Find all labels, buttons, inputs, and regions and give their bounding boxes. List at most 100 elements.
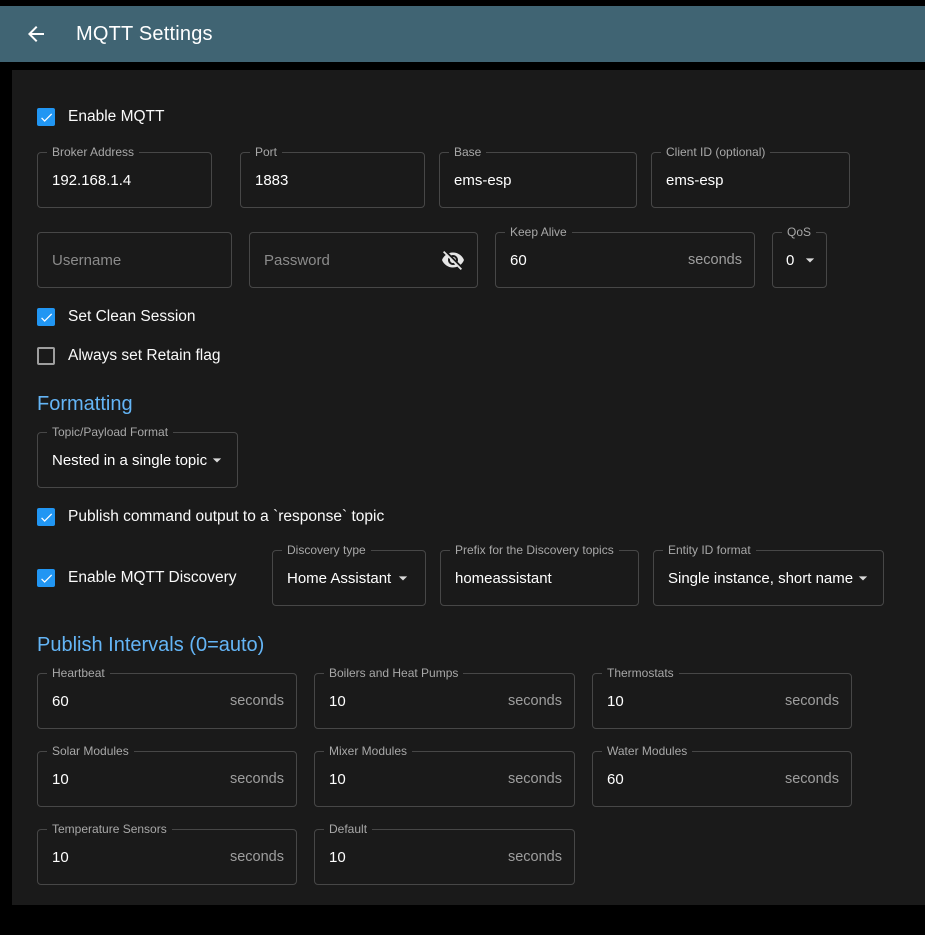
checkmark-icon (39, 510, 54, 525)
field-suffix: seconds (777, 693, 839, 709)
base-input[interactable] (454, 172, 624, 189)
interval-field-temperature-sensors: Temperature Sensors seconds (37, 829, 297, 885)
checkmark-icon (39, 571, 54, 586)
clean-session-checkbox[interactable] (37, 308, 55, 326)
qos-select[interactable]: QoS 0 (772, 232, 827, 288)
discovery-type-value: Home Assistant (287, 570, 391, 587)
discovery-checkbox[interactable] (37, 569, 55, 587)
field-label: Boilers and Heat Pumps (324, 667, 463, 680)
topic-format-select[interactable]: Topic/Payload Format Nested in a single … (37, 432, 238, 488)
field-suffix: seconds (500, 849, 562, 865)
field-label: Thermostats (602, 667, 679, 680)
username-field (37, 232, 232, 288)
interval-solar-input[interactable] (52, 771, 222, 788)
interval-field-boilers: Boilers and Heat Pumps seconds (314, 673, 575, 729)
discovery-label: Enable MQTT Discovery (68, 569, 237, 587)
retain-flag-label: Always set Retain flag (68, 347, 221, 365)
publish-response-label: Publish command output to a `response` t… (68, 508, 384, 526)
discovery-type-select[interactable]: Discovery type Home Assistant (272, 550, 426, 606)
username-input[interactable] (52, 252, 219, 269)
interval-thermostats-input[interactable] (607, 693, 777, 710)
discovery-row: Enable MQTT Discovery Discovery type Hom… (37, 550, 900, 606)
interval-field-mixer: Mixer Modules seconds (314, 751, 575, 807)
interval-default-input[interactable] (329, 849, 500, 866)
retain-flag-checkbox-row[interactable]: Always set Retain flag (37, 347, 221, 365)
publish-intervals-grid: Heartbeat seconds Boilers and Heat Pumps… (37, 673, 900, 885)
field-label: Water Modules (602, 745, 692, 758)
interval-temperature-input[interactable] (52, 849, 222, 866)
interval-heartbeat-input[interactable] (52, 693, 222, 710)
field-label: Mixer Modules (324, 745, 412, 758)
arrow-back-icon (24, 22, 48, 46)
password-input[interactable] (264, 252, 441, 269)
client-id-input[interactable] (666, 172, 837, 189)
field-label: Temperature Sensors (47, 823, 172, 836)
port-field: Port (240, 152, 425, 208)
enable-mqtt-label: Enable MQTT (68, 108, 164, 126)
checkmark-icon (39, 110, 54, 125)
discovery-prefix-field: Prefix for the Discovery topics (440, 550, 639, 606)
interval-field-thermostats: Thermostats seconds (592, 673, 852, 729)
field-label: Default (324, 823, 372, 836)
interval-mixer-input[interactable] (329, 771, 500, 788)
broker-row: Broker Address Port Base Client ID (opti… (37, 152, 900, 208)
publish-response-checkbox-row[interactable]: Publish command output to a `response` t… (37, 508, 384, 526)
qos-value: 0 (786, 252, 794, 269)
dropdown-arrow-icon (393, 568, 413, 588)
enable-mqtt-checkbox[interactable] (37, 108, 55, 126)
topic-format-value: Nested in a single topic (52, 452, 207, 469)
base-field: Base (439, 152, 637, 208)
keep-alive-input[interactable] (510, 252, 680, 269)
retain-flag-checkbox[interactable] (37, 347, 55, 365)
field-suffix: seconds (222, 693, 284, 709)
field-suffix: seconds (500, 771, 562, 787)
publish-response-checkbox[interactable] (37, 508, 55, 526)
field-suffix: seconds (500, 693, 562, 709)
broker-address-label: Broker Address (47, 146, 139, 159)
credentials-row: Keep Alive seconds QoS 0 (37, 232, 900, 288)
broker-address-input[interactable] (52, 172, 199, 189)
keep-alive-field: Keep Alive seconds (495, 232, 755, 288)
page-title: MQTT Settings (76, 23, 213, 46)
qos-label: QoS (782, 226, 816, 239)
back-button[interactable] (16, 14, 56, 54)
password-field (249, 232, 478, 288)
port-input[interactable] (255, 172, 412, 189)
content-panel: Enable MQTT Broker Address Port Base Cli… (12, 70, 925, 905)
discovery-checkbox-row[interactable]: Enable MQTT Discovery (37, 569, 258, 587)
clean-session-label: Set Clean Session (68, 308, 196, 326)
field-suffix: seconds (222, 771, 284, 787)
dropdown-arrow-icon (207, 450, 227, 470)
broker-address-field: Broker Address (37, 152, 212, 208)
password-visibility-toggle[interactable] (441, 248, 465, 272)
interval-boilers-input[interactable] (329, 693, 500, 710)
port-label: Port (250, 146, 282, 159)
field-label: Solar Modules (47, 745, 134, 758)
entity-id-format-label: Entity ID format (663, 544, 756, 557)
enable-mqtt-checkbox-row[interactable]: Enable MQTT (37, 108, 164, 126)
field-suffix: seconds (777, 771, 839, 787)
interval-field-heartbeat: Heartbeat seconds (37, 673, 297, 729)
interval-field-default: Default seconds (314, 829, 575, 885)
client-id-field: Client ID (optional) (651, 152, 850, 208)
entity-id-format-value: Single instance, short name (668, 570, 853, 587)
discovery-type-label: Discovery type (282, 544, 371, 557)
entity-id-format-select[interactable]: Entity ID format Single instance, short … (653, 550, 884, 606)
client-id-label: Client ID (optional) (661, 146, 770, 159)
interval-field-water: Water Modules seconds (592, 751, 852, 807)
app-bar: MQTT Settings (0, 6, 925, 62)
clean-session-checkbox-row[interactable]: Set Clean Session (37, 308, 196, 326)
interval-water-input[interactable] (607, 771, 777, 788)
formatting-heading: Formatting (37, 393, 900, 416)
keep-alive-suffix: seconds (680, 252, 742, 268)
dropdown-arrow-icon (800, 250, 820, 270)
interval-field-solar: Solar Modules seconds (37, 751, 297, 807)
field-label: Heartbeat (47, 667, 110, 680)
dropdown-arrow-icon (853, 568, 873, 588)
visibility-off-icon (441, 248, 465, 272)
base-label: Base (449, 146, 486, 159)
publish-intervals-heading: Publish Intervals (0=auto) (37, 634, 900, 657)
discovery-prefix-label: Prefix for the Discovery topics (450, 544, 619, 557)
discovery-prefix-input[interactable] (455, 570, 626, 587)
field-suffix: seconds (222, 849, 284, 865)
